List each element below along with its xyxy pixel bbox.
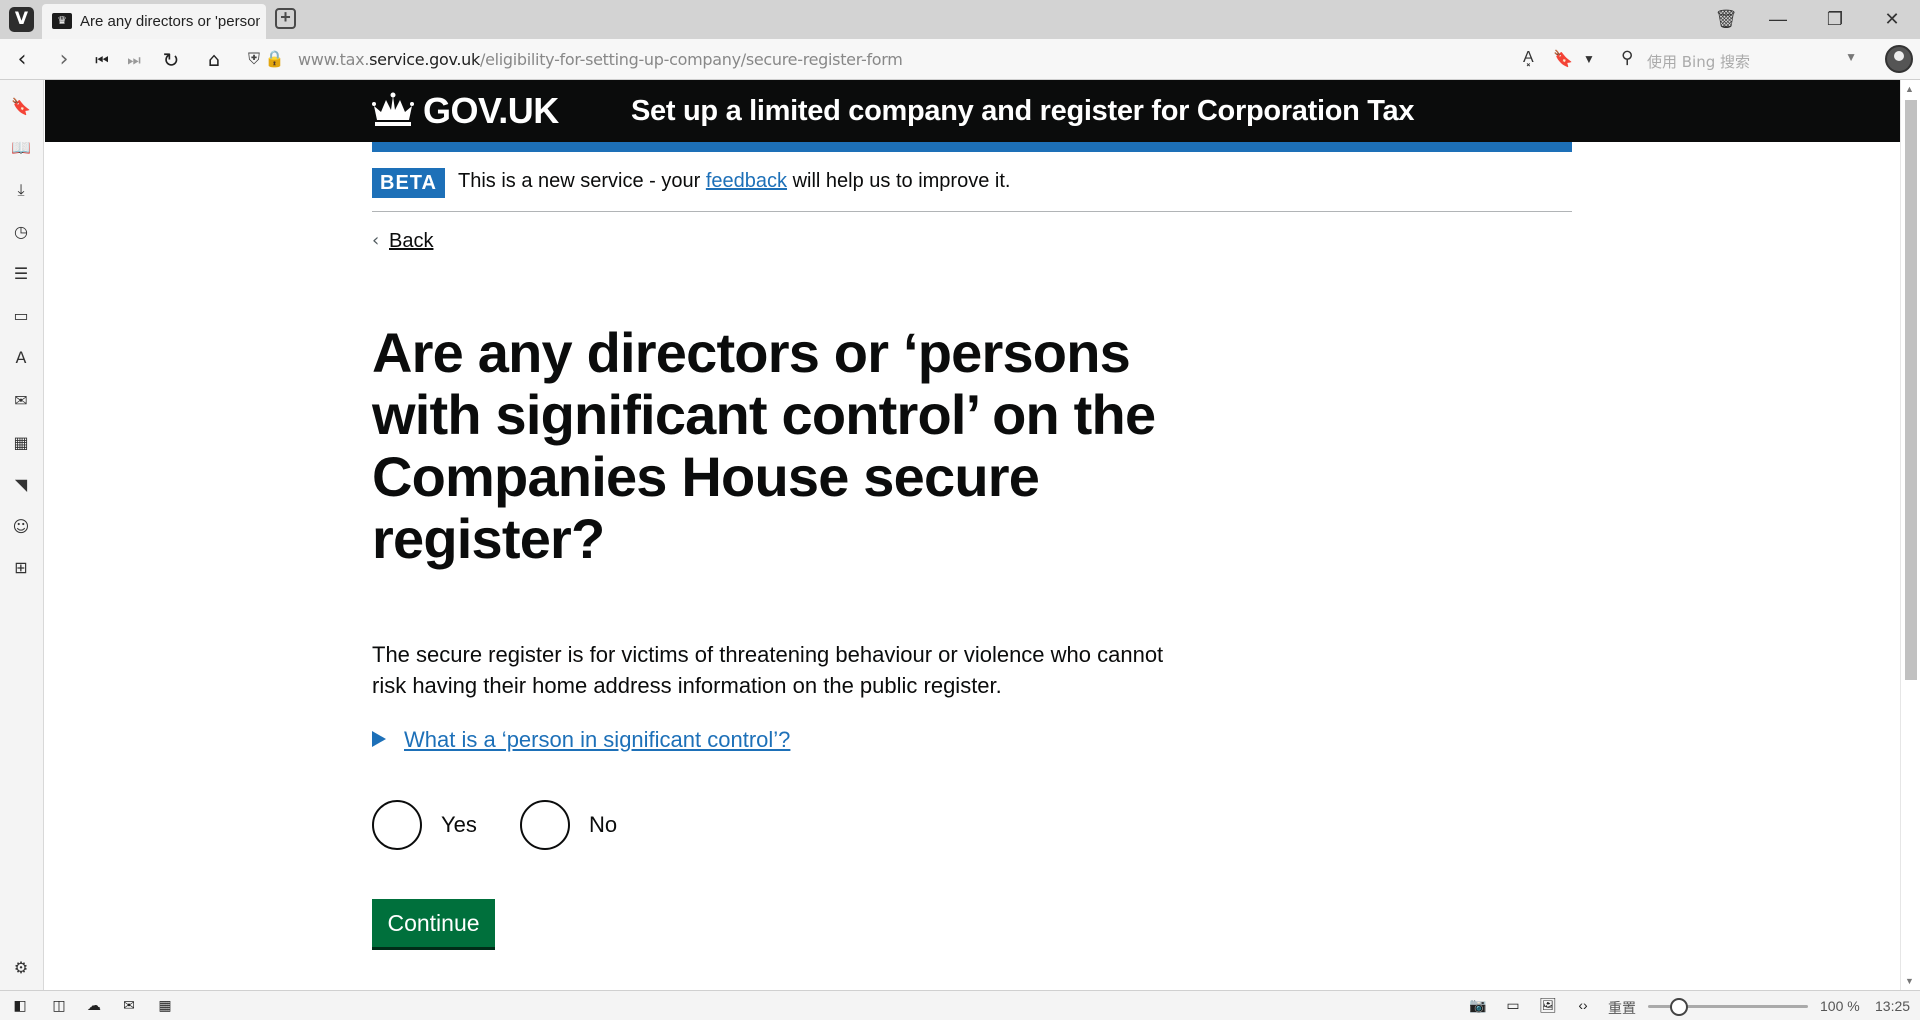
chevron-down-icon[interactable]: ▼	[1583, 52, 1595, 66]
feedback-link[interactable]: feedback	[706, 170, 787, 192]
page-scrollbar[interactable]: ▲ ▼	[1900, 80, 1920, 990]
url-path: /eligibility-for-setting-up-company/secu…	[479, 50, 903, 69]
tab-title: Are any directors or 'persons	[80, 13, 260, 30]
minimize-button[interactable]: —	[1763, 6, 1793, 32]
radio-no-input[interactable]	[520, 800, 570, 850]
home-icon[interactable]: ⌂	[200, 46, 228, 74]
web-page: GOV.UK Set up a limited company and regi…	[45, 80, 1900, 990]
header-blue-bar	[372, 142, 1572, 152]
triangle-right-icon	[372, 731, 386, 747]
panel-toggle-icon[interactable]: ◧	[10, 997, 30, 1013]
beta-tag: BETA	[372, 168, 445, 198]
search-field[interactable]: ⚲ 使用 Bing 搜索 ▼	[1615, 45, 1865, 74]
browser-address-bar: ‹ › ⏮ ⏭ ↻ ⌂ ⛨ 🔒 www.tax.service.gov.uk/e…	[0, 39, 1920, 80]
bookmarks-panel-icon[interactable]: 🔖	[10, 96, 32, 118]
radio-no[interactable]: No	[520, 800, 630, 850]
phase-banner: BETA This is a new service - your feedba…	[372, 152, 1572, 212]
settings-gear-icon[interactable]: ⚙	[10, 957, 32, 979]
capture-camera-icon[interactable]: 📷	[1468, 997, 1488, 1013]
radio-yes-input[interactable]	[372, 800, 422, 850]
radio-yes[interactable]: Yes	[372, 800, 482, 850]
rewind-icon[interactable]: ⏮	[88, 46, 116, 74]
banner-text-after: will help us to improve it.	[787, 170, 1011, 192]
profile-avatar[interactable]	[1885, 45, 1913, 73]
continue-button[interactable]: Continue	[372, 899, 495, 947]
close-window-button[interactable]: ✕	[1877, 6, 1907, 32]
url-host: service.gov.uk	[369, 50, 480, 69]
details-summary-label: What is a ‘person in significant control…	[404, 727, 791, 752]
page-title: Are any directors or ‘persons with signi…	[372, 321, 1156, 570]
crown-icon	[372, 92, 414, 126]
mail-icon[interactable]: ✉	[10, 390, 32, 412]
govuk-header: GOV.UK Set up a limited company and regi…	[45, 80, 1900, 142]
url-field[interactable]: ⛨ 🔒 www.tax.service.gov.uk/eligibility-f…	[240, 45, 1610, 74]
browser-tab-active[interactable]: ♛ Are any directors or 'persons	[42, 4, 266, 39]
sync-cloud-icon[interactable]: ☁	[84, 997, 104, 1013]
zoom-slider-thumb[interactable]	[1670, 998, 1688, 1016]
banner-text-before: This is a new service - your	[458, 170, 706, 192]
images-toggle-icon[interactable]: 🖼	[1538, 997, 1558, 1013]
zoom-level: 100 %	[1820, 998, 1860, 1014]
trash-icon[interactable]: 🗑	[1711, 6, 1741, 32]
search-icon: ⚲	[1621, 48, 1634, 67]
service-name-link[interactable]: Set up a limited company and register fo…	[631, 95, 1415, 128]
window-toggle-icon[interactable]: ▭	[1503, 997, 1523, 1013]
translate-panel-icon[interactable]: A	[10, 347, 32, 369]
window-panel-icon[interactable]: ▭	[10, 305, 32, 327]
phase-banner-text: This is a new service - your feedback wi…	[458, 170, 1010, 193]
radio-no-label[interactable]: No	[589, 812, 617, 838]
browser-menu-button[interactable]: V	[9, 7, 34, 32]
browser-status-bar: ◧ ◫ ☁ ✉ ▦ 📷 ▭ 🖼 ‹› 重置 100 % 13:25	[0, 990, 1920, 1020]
scroll-up-icon[interactable]: ▲	[1905, 84, 1914, 94]
notes-icon[interactable]: ☰	[10, 263, 32, 285]
mail-status-icon[interactable]: ✉	[119, 997, 139, 1013]
translate-icon[interactable]: A͓	[1523, 49, 1534, 67]
chevron-left-icon: ‹	[372, 230, 380, 251]
calendar-status-icon[interactable]: ▦	[155, 997, 175, 1013]
clock: 13:25	[1875, 998, 1911, 1014]
browser-side-panel: 🔖 📖 ⤓ ◷ ☰ ▭ A ✉ ▦ ◥ ☺ ⊞ ⚙	[0, 80, 44, 990]
history-icon[interactable]: ◷	[10, 221, 32, 243]
reload-icon[interactable]: ↻	[157, 46, 185, 74]
url-prefix: www.tax.	[298, 50, 370, 69]
scroll-thumb[interactable]	[1905, 100, 1917, 680]
contacts-icon[interactable]: ☺	[10, 516, 32, 538]
govuk-logo-link[interactable]: GOV.UK	[423, 90, 559, 132]
page-actions-icon[interactable]: ‹›	[1573, 997, 1593, 1013]
add-web-panel-icon[interactable]: ⊞	[10, 557, 32, 579]
new-tab-button[interactable]: +	[275, 8, 296, 29]
search-engine-dropdown-icon[interactable]: ▼	[1845, 50, 1857, 64]
feeds-icon[interactable]: ◥	[10, 474, 32, 496]
hint-text: The secure register is for victims of th…	[372, 642, 1164, 698]
search-placeholder: 使用 Bing 搜索	[1647, 53, 1751, 71]
bookmark-icon[interactable]: 🔖	[1553, 49, 1573, 69]
browser-tab-bar: V ♛ Are any directors or 'persons + 🗑 — …	[0, 0, 1920, 39]
restore-button[interactable]: ❐	[1820, 6, 1850, 32]
back-arrow-icon[interactable]: ‹	[8, 46, 36, 74]
radio-yes-label[interactable]: Yes	[441, 812, 477, 838]
security-shield-icon[interactable]: ⛨ 🔒	[248, 49, 284, 69]
fast-forward-icon[interactable]: ⏭	[120, 46, 148, 74]
reading-list-icon[interactable]: 📖	[10, 137, 32, 159]
gov-crown-favicon-icon: ♛	[52, 13, 72, 29]
tab-tiling-icon[interactable]: ◫	[49, 997, 69, 1013]
back-link-label: Back	[389, 230, 434, 252]
scroll-down-icon[interactable]: ▼	[1905, 976, 1914, 986]
downloads-icon[interactable]: ⤓	[10, 179, 32, 201]
url-text[interactable]: www.tax.service.gov.uk/eligibility-for-s…	[298, 50, 903, 69]
calendar-icon[interactable]: ▦	[10, 432, 32, 454]
forward-arrow-icon[interactable]: ›	[50, 46, 78, 74]
zoom-reset-button[interactable]: 重置	[1608, 998, 1636, 1018]
